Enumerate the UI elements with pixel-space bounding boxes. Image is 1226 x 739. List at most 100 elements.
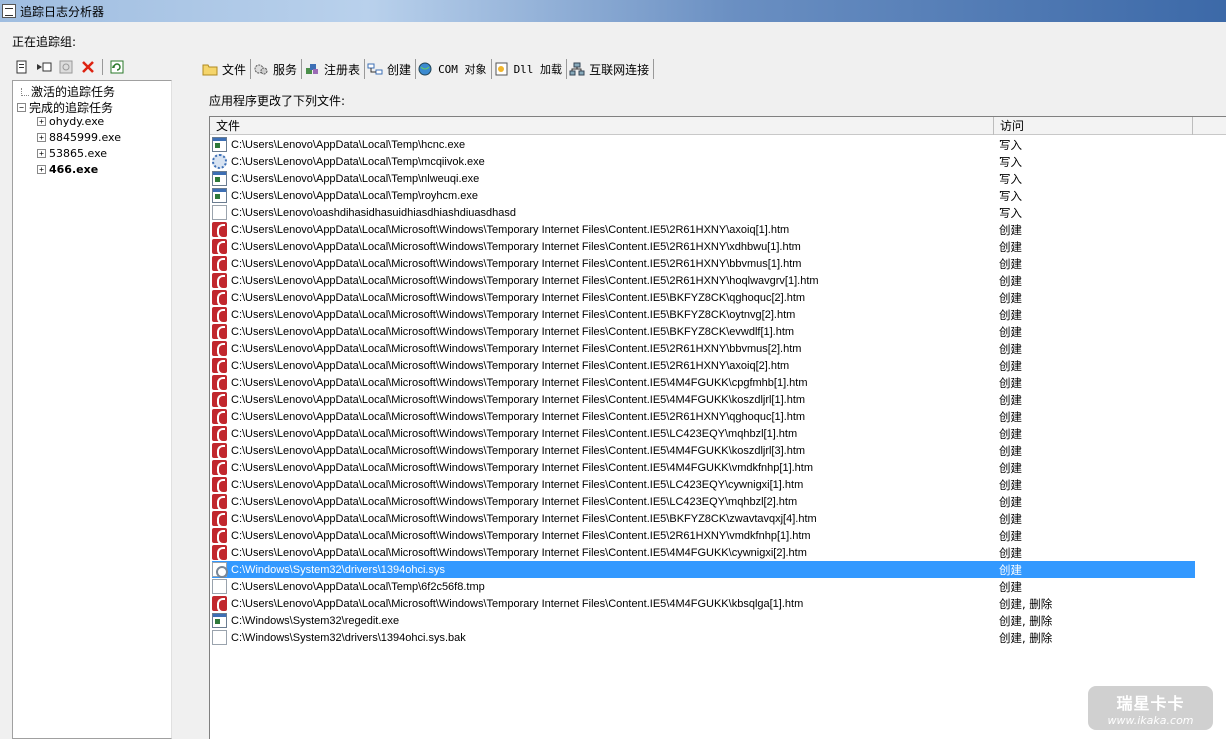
list-header: 文件 访问 <box>210 117 1226 135</box>
table-row-selected[interactable]: C:\Windows\System32\drivers\1394ohci.sys… <box>212 561 1195 578</box>
table-row[interactable]: C:\Users\Lenovo\AppData\Local\Microsoft\… <box>212 323 1195 341</box>
table-row[interactable]: C:\Users\Lenovo\AppData\Local\Microsoft\… <box>212 306 1195 324</box>
tree-active-traces[interactable]: 激活的追踪任务 <box>21 83 115 100</box>
htm-file-icon <box>212 222 227 239</box>
file-list[interactable]: 文件 访问 C:\Users\Lenovo\AppData\Local\Temp… <box>209 116 1226 739</box>
access-type: 创建 <box>999 545 1022 560</box>
dll-icon <box>494 62 510 76</box>
exe-file-icon <box>212 188 227 203</box>
blank-file-icon <box>212 579 227 594</box>
htm-file-icon <box>212 477 227 494</box>
file-path: C:\Users\Lenovo\AppData\Local\Microsoft\… <box>231 444 806 457</box>
start-trace-icon[interactable] <box>36 59 52 75</box>
table-row[interactable]: C:\Users\Lenovo\AppData\Local\Microsoft\… <box>212 425 1195 443</box>
expand-icon[interactable]: + <box>37 165 46 174</box>
table-row[interactable]: C:\Users\Lenovo\AppData\Local\Microsoft\… <box>212 272 1195 290</box>
table-row[interactable]: C:\Users\Lenovo\AppData\Local\Microsoft\… <box>212 340 1195 358</box>
table-row[interactable]: C:\Users\Lenovo\AppData\Local\Temp\hcnc.… <box>212 136 1195 153</box>
table-row[interactable]: C:\Users\Lenovo\oashdihasidhasuidhiasdhi… <box>212 204 1195 221</box>
htm-file-icon <box>212 426 227 443</box>
table-row[interactable]: C:\Users\Lenovo\AppData\Local\Microsoft\… <box>212 221 1195 239</box>
file-path: C:\Users\Lenovo\AppData\Local\Temp\nlweu… <box>231 172 480 185</box>
new-trace-icon[interactable] <box>14 59 30 75</box>
table-row[interactable]: C:\Users\Lenovo\AppData\Local\Microsoft\… <box>212 459 1195 477</box>
table-row[interactable]: C:\Users\Lenovo\AppData\Local\Temp\6f2c5… <box>212 578 1195 595</box>
htm-file-icon <box>212 358 227 375</box>
expand-icon[interactable]: + <box>37 133 46 142</box>
table-row[interactable]: C:\Windows\System32\regedit.exe 创建, 删除 <box>212 612 1195 629</box>
htm-file-icon <box>212 511 227 528</box>
tab-bar: 文件 服务 注册表 创建 COM 对象 Dll 加载 互联网连接 <box>200 58 655 80</box>
expand-icon[interactable]: + <box>37 117 46 126</box>
tree-task-item-selected[interactable]: + 466.exe <box>37 163 98 176</box>
tab-label: 文件 <box>222 62 247 77</box>
create-icon <box>367 62 383 76</box>
tab-files[interactable]: 文件 <box>200 59 252 79</box>
table-row[interactable]: C:\Users\Lenovo\AppData\Local\Microsoft\… <box>212 442 1195 460</box>
access-type: 创建 <box>999 239 1022 254</box>
tree-completed-label: 完成的追踪任务 <box>29 101 114 115</box>
service-icon <box>253 62 269 76</box>
table-row[interactable]: C:\Users\Lenovo\AppData\Local\Temp\mcqii… <box>212 153 1195 170</box>
access-type: 创建 <box>999 511 1022 526</box>
tree-active-label: 激活的追踪任务 <box>31 85 116 99</box>
table-row[interactable]: C:\Users\Lenovo\AppData\Local\Temp\royhc… <box>212 187 1195 204</box>
tab-services[interactable]: 服务 <box>251 59 303 79</box>
column-access[interactable]: 访问 <box>994 117 1193 135</box>
access-type: 创建, 删除 <box>999 596 1053 611</box>
htm-file-icon <box>212 392 227 409</box>
access-type: 创建 <box>999 579 1022 594</box>
table-row[interactable]: C:\Users\Lenovo\AppData\Local\Microsoft\… <box>212 510 1195 528</box>
tree-task-label: 53865.exe <box>49 147 108 160</box>
table-row[interactable]: C:\Windows\System32\drivers\1394ohci.sys… <box>212 629 1195 646</box>
collapse-icon[interactable]: − <box>17 103 26 112</box>
access-type: 创建 <box>999 307 1022 322</box>
tab-dll-load[interactable]: Dll 加载 <box>492 59 568 79</box>
table-row[interactable]: C:\Users\Lenovo\AppData\Local\Microsoft\… <box>212 289 1195 307</box>
table-row[interactable]: C:\Users\Lenovo\AppData\Local\Microsoft\… <box>212 493 1195 511</box>
table-row[interactable]: C:\Users\Lenovo\AppData\Local\Microsoft\… <box>212 374 1195 392</box>
tree-task-label: 8845999.exe <box>49 131 121 144</box>
tree-task-item[interactable]: + 53865.exe <box>37 147 107 160</box>
tree-task-item[interactable]: + 8845999.exe <box>37 131 121 144</box>
refresh-icon[interactable] <box>109 59 125 75</box>
access-type: 创建 <box>999 562 1022 577</box>
table-row[interactable]: C:\Users\Lenovo\AppData\Local\Microsoft\… <box>212 595 1195 613</box>
table-row[interactable]: C:\Users\Lenovo\AppData\Local\Temp\nlweu… <box>212 170 1195 187</box>
delete-icon[interactable] <box>80 59 96 75</box>
table-row[interactable]: C:\Users\Lenovo\AppData\Local\Microsoft\… <box>212 357 1195 375</box>
window-title: 追踪日志分析器 <box>20 4 105 19</box>
tree-completed-traces[interactable]: − 完成的追踪任务 <box>17 99 113 116</box>
tab-internet[interactable]: 互联网连接 <box>567 59 655 79</box>
access-type: 写入 <box>999 205 1022 220</box>
tab-label: 创建 <box>387 62 412 77</box>
trace-tree[interactable]: 激活的追踪任务 − 完成的追踪任务 + ohydy.exe + 8845999.… <box>12 80 172 739</box>
table-row[interactable]: C:\Users\Lenovo\AppData\Local\Microsoft\… <box>212 391 1195 409</box>
tab-registry[interactable]: 注册表 <box>302 59 366 79</box>
file-path: C:\Users\Lenovo\AppData\Local\Microsoft\… <box>231 240 801 253</box>
access-type: 写入 <box>999 171 1022 186</box>
tree-task-item[interactable]: + ohydy.exe <box>37 115 104 128</box>
table-row[interactable]: C:\Users\Lenovo\AppData\Local\Microsoft\… <box>212 255 1195 273</box>
tab-create[interactable]: 创建 <box>365 59 417 79</box>
stop-trace-icon[interactable] <box>58 59 74 75</box>
column-file[interactable]: 文件 <box>210 117 994 135</box>
network-icon <box>569 62 585 76</box>
table-row[interactable]: C:\Users\Lenovo\AppData\Local\Microsoft\… <box>212 238 1195 256</box>
tree-task-label: 466.exe <box>49 163 99 176</box>
file-path: C:\Users\Lenovo\AppData\Local\Temp\royhc… <box>231 189 479 202</box>
file-path: C:\Users\Lenovo\AppData\Local\Microsoft\… <box>231 291 806 304</box>
table-row[interactable]: C:\Users\Lenovo\AppData\Local\Microsoft\… <box>212 408 1195 426</box>
htm-file-icon <box>212 290 227 307</box>
table-row[interactable]: C:\Users\Lenovo\AppData\Local\Microsoft\… <box>212 476 1195 494</box>
tab-label: 注册表 <box>324 62 361 77</box>
table-row[interactable]: C:\Users\Lenovo\AppData\Local\Microsoft\… <box>212 544 1195 562</box>
tree-line <box>21 87 29 96</box>
tab-com-objects[interactable]: COM 对象 <box>416 59 492 79</box>
file-path: C:\Users\Lenovo\AppData\Local\Microsoft\… <box>231 393 806 406</box>
table-row[interactable]: C:\Users\Lenovo\AppData\Local\Microsoft\… <box>212 527 1195 545</box>
expand-icon[interactable]: + <box>37 149 46 158</box>
title-bar: 追踪日志分析器 <box>0 0 1226 22</box>
htm-file-icon <box>212 409 227 426</box>
access-type: 创建 <box>999 341 1022 356</box>
